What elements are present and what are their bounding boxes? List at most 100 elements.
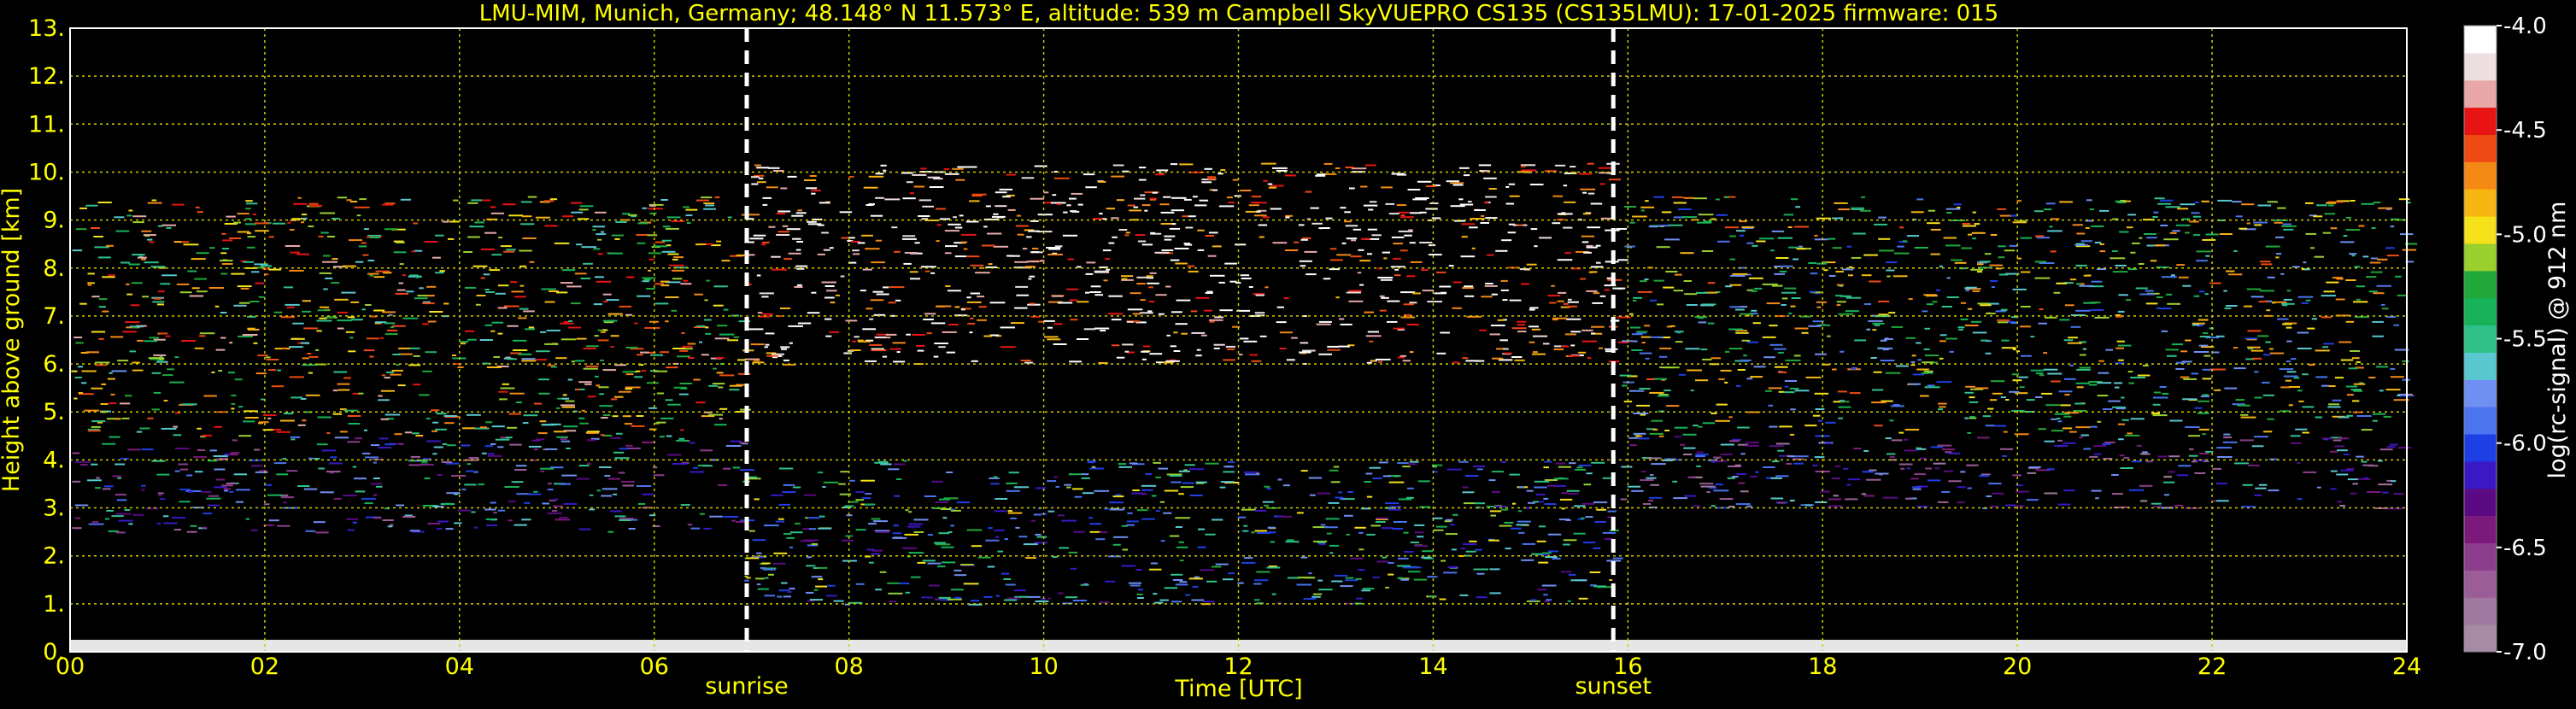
signal-cell <box>1922 372 1928 374</box>
signal-cell <box>1287 577 1300 579</box>
signal-cell <box>1815 353 1827 355</box>
signal-cell <box>74 460 91 463</box>
signal-cell <box>2370 271 2383 273</box>
signal-cell <box>2130 251 2136 254</box>
signal-cell <box>2390 226 2395 228</box>
signal-cell <box>1938 408 1943 411</box>
signal-cell <box>1631 333 1643 336</box>
signal-cell <box>772 562 786 565</box>
colorbar-segment <box>2464 270 2497 299</box>
signal-cell <box>1840 350 1845 353</box>
signal-cell <box>781 582 788 584</box>
signal-cell <box>1912 488 1922 490</box>
signal-cell <box>2350 350 2360 352</box>
signal-cell <box>1756 240 1766 243</box>
colorbar-segment <box>2464 189 2497 217</box>
signal-cell <box>1681 216 1698 219</box>
signal-cell <box>2366 276 2377 278</box>
signal-cell <box>2188 454 2198 457</box>
signal-cell <box>330 456 337 459</box>
signal-cell <box>1205 533 1216 536</box>
signal-cell <box>2047 372 2063 375</box>
signal-cell <box>1544 460 1552 463</box>
signal-cell <box>636 485 652 487</box>
signal-cell <box>1127 308 1143 311</box>
signal-cell <box>1551 284 1555 287</box>
signal-cell <box>1452 361 1460 364</box>
signal-cell <box>866 308 873 310</box>
signal-cell <box>1542 343 1550 345</box>
signal-cell <box>1243 340 1258 343</box>
signal-cell <box>2254 494 2262 496</box>
signal-cell <box>1359 284 1364 286</box>
signal-cell <box>381 374 386 377</box>
signal-cell <box>1185 594 1191 596</box>
colorbar-segment <box>2464 26 2497 54</box>
signal-cell <box>1160 211 1175 214</box>
signal-cell <box>490 501 496 504</box>
signal-cell <box>2402 360 2409 362</box>
signal-cell <box>254 263 268 266</box>
signal-cell <box>850 349 861 351</box>
signal-cell <box>323 255 331 257</box>
signal-cell <box>1300 265 1306 267</box>
signal-cell <box>1794 455 1809 458</box>
signal-cell <box>606 299 619 302</box>
signal-cell <box>694 293 703 296</box>
signal-cell <box>1698 425 1703 428</box>
signal-cell <box>533 448 538 450</box>
signal-cell <box>1836 284 1844 286</box>
signal-cell <box>1569 462 1576 465</box>
signal-cell <box>442 442 447 445</box>
signal-cell <box>1517 531 1525 534</box>
signal-cell <box>179 489 191 491</box>
signal-cell <box>2241 203 2255 206</box>
signal-cell <box>1555 462 1566 465</box>
signal-cell <box>361 497 376 500</box>
signal-cell <box>2326 281 2339 284</box>
signal-cell <box>931 322 946 325</box>
signal-cell <box>561 406 575 408</box>
signal-cell <box>792 237 801 240</box>
signal-cell <box>352 521 357 524</box>
signal-cell <box>1081 473 1089 476</box>
signal-cell <box>965 255 980 258</box>
signal-cell <box>467 236 480 238</box>
signal-cell <box>1925 295 1938 297</box>
signal-cell <box>1462 486 1469 489</box>
signal-cell <box>1629 444 1637 447</box>
signal-cell <box>1521 165 1526 167</box>
signal-cell <box>854 336 860 338</box>
signal-cell <box>1083 583 1088 585</box>
signal-cell <box>909 271 918 273</box>
signal-cell <box>1335 296 1340 299</box>
signal-cell <box>876 293 889 296</box>
signal-cell <box>783 258 793 261</box>
signal-cell <box>1365 472 1373 475</box>
signal-cell <box>1762 283 1778 285</box>
signal-cell <box>1964 391 1974 394</box>
signal-cell <box>935 501 949 503</box>
signal-cell <box>422 370 432 372</box>
signal-cell <box>183 243 199 246</box>
signal-cell <box>2237 404 2250 407</box>
signal-cell <box>1872 322 1885 325</box>
signal-cell <box>546 329 560 331</box>
signal-cell <box>1344 211 1351 214</box>
signal-cell <box>259 470 268 472</box>
signal-cell <box>1261 162 1276 165</box>
signal-cell <box>1911 486 1922 489</box>
signal-cell <box>1530 599 1537 601</box>
signal-cell <box>1576 466 1583 469</box>
signal-cell <box>602 319 618 322</box>
signal-cell <box>378 437 389 440</box>
signal-cell <box>1683 280 1692 282</box>
signal-cell <box>141 230 152 232</box>
signal-cell <box>522 215 532 218</box>
signal-cell <box>1641 342 1646 344</box>
signal-cell <box>1350 255 1362 258</box>
signal-cell <box>246 246 255 249</box>
signal-cell <box>1400 578 1409 581</box>
signal-cell <box>2259 261 2271 263</box>
signal-cell <box>938 596 951 599</box>
